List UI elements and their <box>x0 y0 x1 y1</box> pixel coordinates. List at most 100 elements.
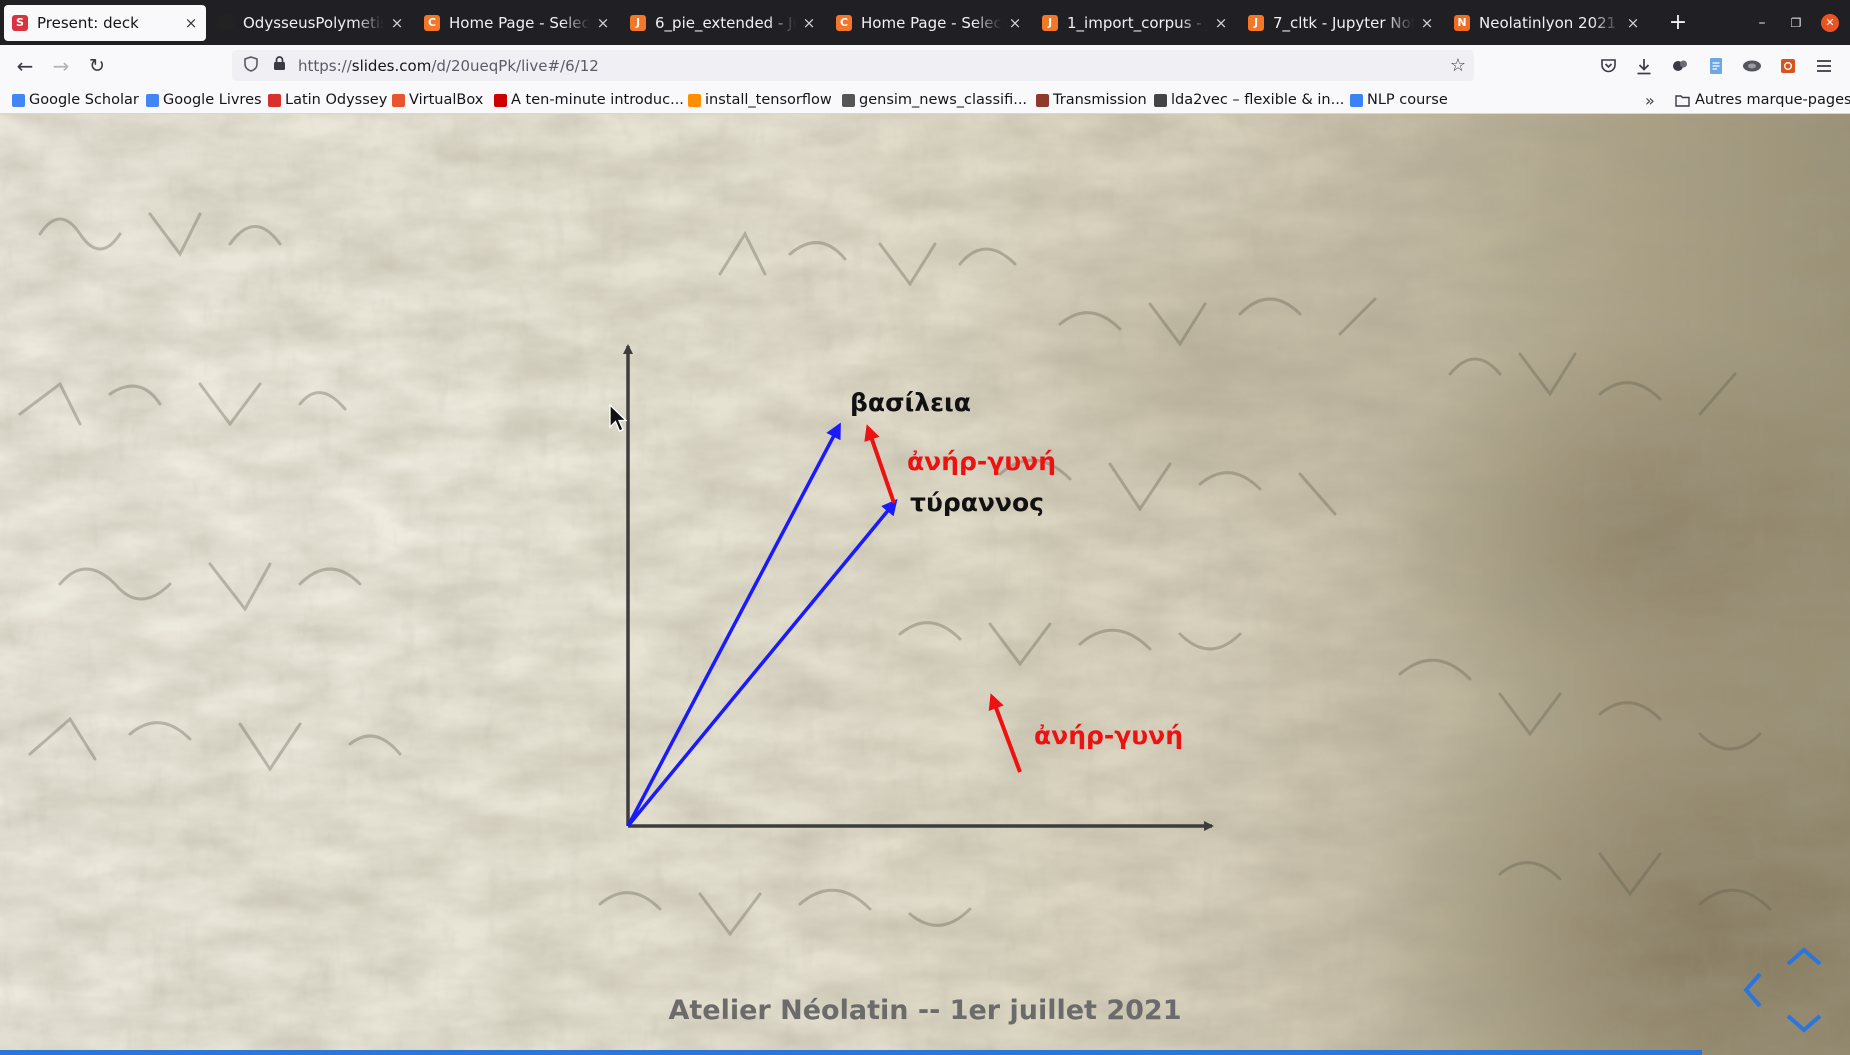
tab-label: Home Page - Select or <box>449 13 590 32</box>
vector-diagram <box>623 344 1214 831</box>
tab-favicon-icon <box>218 14 234 31</box>
tab-label: OdysseusPolymetis/ne <box>243 13 384 32</box>
bookmark-star-icon[interactable]: ☆ <box>1450 55 1466 76</box>
bookmark-0[interactable]: Google Scholar <box>12 89 139 111</box>
bookmarks-overflow-button[interactable]: » <box>1645 89 1655 111</box>
tab-7[interactable]: N Neolatinlyon 2021 - éc × <box>1446 5 1648 41</box>
tab-close-icon[interactable]: × <box>802 14 816 32</box>
grid-icon <box>1154 93 1167 107</box>
extension-icon[interactable] <box>1667 53 1693 79</box>
folder-icon <box>1675 94 1690 107</box>
tab-close-icon[interactable]: × <box>184 14 198 32</box>
tab-list: S Present: deck × OdysseusPolymetis/ne × C Hom… <box>0 0 1648 45</box>
tab-favicon-icon: C <box>836 14 852 31</box>
label-basileia: βασίλεια <box>850 388 971 417</box>
tab-close-icon[interactable]: × <box>390 14 404 32</box>
slide-down-arrow-icon[interactable] <box>1786 1014 1822 1033</box>
tab-favicon-icon: C <box>424 14 440 31</box>
slide-left-arrow-icon[interactable] <box>1743 972 1762 1008</box>
virtualbox-icon <box>392 93 405 107</box>
bookmark-label: gensim_news_classifi... <box>859 92 1028 108</box>
tab-strip: S Present: deck × OdysseusPolymetis/ne × C Hom… <box>0 0 1850 45</box>
navigation-bar: ← → ↻ https://slides.com/d/20ueqPk/live#… <box>0 45 1850 86</box>
bookmark-6[interactable]: gensim_news_classifi... <box>842 89 1027 111</box>
tab-4[interactable]: C Home Page - Select or × <box>828 5 1030 41</box>
url-path: /d/20ueqPk/live#/6/12 <box>431 56 599 75</box>
tab-label: Neolatinlyon 2021 - éc <box>1479 13 1620 32</box>
label-aner-gune-bottom: ἀνήρ-γυνή <box>1034 721 1184 750</box>
tab-favicon-icon: J <box>1042 14 1058 31</box>
container-extension-icon[interactable] <box>1739 53 1765 79</box>
bookmark-2[interactable]: Latin Odyssey <box>268 89 387 111</box>
bookmark-label: NLP course <box>1367 92 1448 108</box>
tab-close-icon[interactable]: × <box>1420 14 1434 32</box>
bookmark-9[interactable]: NLP course <box>1350 89 1448 111</box>
reader-extension-icon[interactable] <box>1703 53 1729 79</box>
forward-button[interactable]: → <box>46 51 76 81</box>
ubuntu-extension-icon[interactable] <box>1775 53 1801 79</box>
tab-0[interactable]: S Present: deck × <box>4 4 206 41</box>
google-icon <box>146 93 159 107</box>
tab-2[interactable]: C Home Page - Select or × <box>416 5 618 41</box>
tab-label: Present: deck <box>37 13 139 32</box>
url-host: slides.com <box>351 56 432 75</box>
keras-icon <box>494 93 507 107</box>
presentation-slide[interactable]: βασίλεια ἀνήρ-γυνή τύραννος ἀνήρ-γυνή At… <box>0 114 1850 1055</box>
url-prefix: https:// <box>298 56 352 75</box>
label-tyrannos: τύραννος <box>910 488 1044 517</box>
bookmark-label: A ten-minute introduc... <box>511 92 684 108</box>
url-text[interactable]: https://slides.com/d/20ueqPk/live#/6/12 <box>298 57 599 75</box>
other-bookmarks-folder[interactable]: Autres marque-pages <box>1675 89 1850 111</box>
address-bar[interactable]: https://slides.com/d/20ueqPk/live#/6/12 … <box>232 50 1474 81</box>
tab-favicon-icon: N <box>1454 14 1470 31</box>
tab-label: Home Page - Select or <box>861 13 1002 32</box>
vector-basileia <box>626 422 841 827</box>
bookmark-4[interactable]: A ten-minute introduc... <box>494 89 684 111</box>
tab-close-icon[interactable]: × <box>1008 14 1022 32</box>
tab-close-icon[interactable]: × <box>1626 14 1640 32</box>
new-tab-button[interactable]: + <box>1666 10 1690 35</box>
back-button[interactable]: ← <box>10 51 40 81</box>
pocket-icon[interactable] <box>1595 53 1621 79</box>
bookmark-label: Google Scholar <box>29 92 139 108</box>
downloads-icon[interactable] <box>1631 53 1657 79</box>
transmission-icon <box>1036 93 1049 107</box>
bookmark-5[interactable]: install_tensorflow <box>688 89 832 111</box>
bookmark-label: Google Livres <box>163 92 262 108</box>
lock-icon[interactable] <box>270 56 288 75</box>
slide-footer: Atelier Néolatin -- 1er juillet 2021 <box>668 995 1182 1026</box>
slide-up-arrow-icon[interactable] <box>1786 947 1822 966</box>
tab-favicon-icon: J <box>630 14 646 31</box>
bookmark-8[interactable]: lda2vec – flexible & in... <box>1154 89 1344 111</box>
vector-tyrannos <box>626 498 898 828</box>
restore-button[interactable]: ❐ <box>1778 0 1814 45</box>
reload-button[interactable]: ↻ <box>82 51 112 81</box>
bookmark-label: VirtualBox <box>409 92 484 108</box>
minimize-button[interactable]: – <box>1744 0 1780 45</box>
slide-navigation-controls <box>1743 947 1822 1033</box>
mouse-cursor-icon <box>609 404 628 432</box>
bookmark-1[interactable]: Google Livres <box>146 89 262 111</box>
tab-close-icon[interactable]: × <box>1214 14 1228 32</box>
menu-icon[interactable] <box>1811 53 1837 79</box>
tab-3[interactable]: J 6_pie_extended - Jupy × <box>622 5 824 41</box>
tab-favicon-icon: J <box>1248 14 1264 31</box>
tab-label: 1_import_corpus - Jupy <box>1067 13 1208 32</box>
close-icon: ✕ <box>1821 13 1839 32</box>
tracking-shield-icon[interactable] <box>242 55 260 76</box>
bookmark-7[interactable]: Transmission <box>1036 89 1147 111</box>
slide-progress-bar <box>0 1050 1702 1055</box>
bookmark-label: Latin Odyssey <box>285 92 388 108</box>
tab-close-icon[interactable]: × <box>596 14 610 32</box>
tab-label: 7_cltk - Jupyter Notebo <box>1273 13 1414 32</box>
tab-5[interactable]: J 1_import_corpus - Jupy × <box>1034 5 1236 41</box>
bookmark-label: install_tensorflow <box>705 92 832 108</box>
tensorflow-icon <box>688 93 701 107</box>
other-bookmarks-label: Autres marque-pages <box>1695 92 1850 108</box>
close-window-button[interactable]: ✕ <box>1812 0 1848 45</box>
tab-6[interactable]: J 7_cltk - Jupyter Notebo × <box>1240 5 1442 41</box>
tab-favicon-icon: S <box>12 14 28 31</box>
vector-aner-gune-bottom <box>988 693 1022 773</box>
bookmark-3[interactable]: VirtualBox <box>392 89 483 111</box>
tab-1[interactable]: OdysseusPolymetis/ne × <box>210 5 412 41</box>
